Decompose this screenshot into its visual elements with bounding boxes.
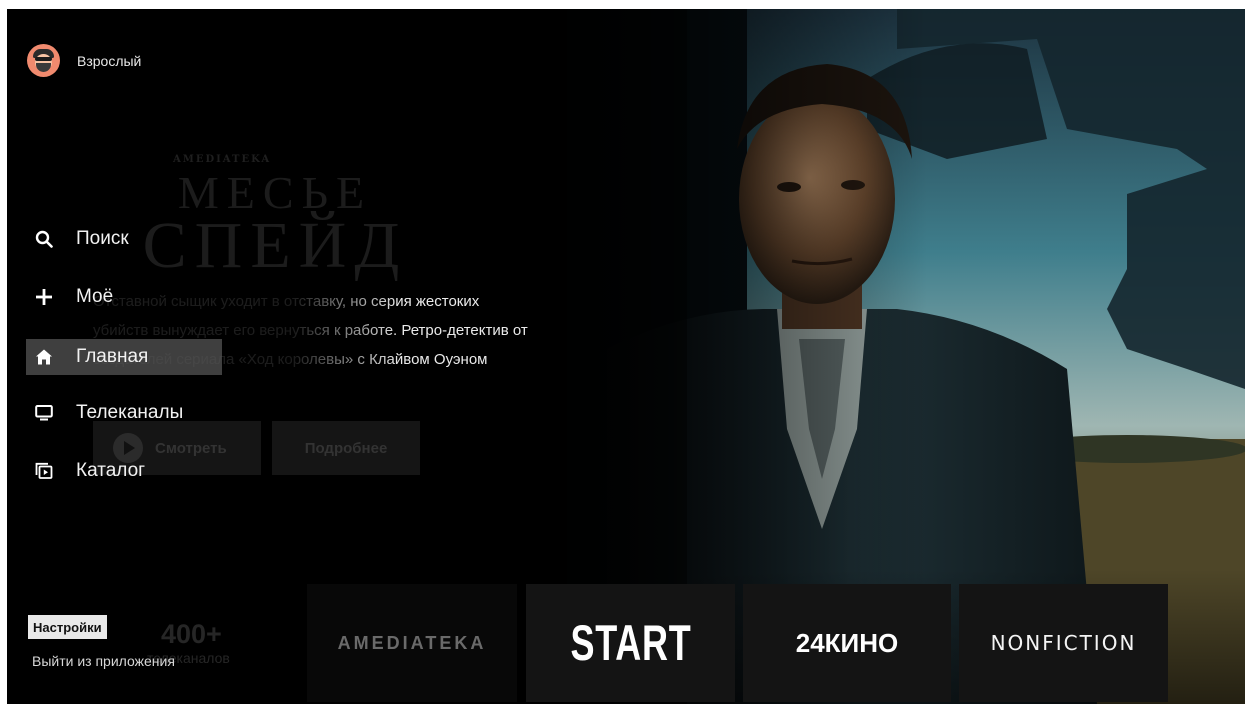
tile-amediateka[interactable]: AMEDIATEKA: [307, 584, 517, 702]
start-logo: START: [570, 615, 691, 671]
channels-count: 400+: [161, 619, 222, 649]
menu-item-label: Главная: [76, 346, 149, 367]
settings-button[interactable]: Настройки: [28, 615, 107, 639]
menu-item-label: Моё: [76, 286, 114, 307]
catalog-icon: [34, 461, 54, 481]
menu-item-label: Телеканалы: [76, 402, 184, 423]
24kino-logo: 24КИНО: [795, 627, 899, 658]
watch-button-label: Смотреть: [155, 439, 227, 457]
tv-icon: [34, 403, 54, 423]
profile-name: Взрослый: [77, 52, 142, 69]
details-button[interactable]: Подробнее: [272, 421, 420, 475]
menu-item-search[interactable]: Поиск: [26, 221, 129, 257]
tile-nonfiction[interactable]: NONFICTION: [959, 584, 1168, 702]
app-screen: AMEDIATEKA МЕСЬЕ СПЕЙД Отставной сыщик у…: [7, 9, 1245, 704]
hero-brand-logo: AMEDIATEKA: [173, 154, 272, 165]
menu-item-catalog[interactable]: Каталог: [26, 453, 145, 489]
tile-24kino[interactable]: 24КИНО: [743, 584, 951, 702]
menu-item-label: Каталог: [76, 460, 146, 481]
details-button-label: Подробнее: [304, 439, 388, 457]
amediateka-logo: AMEDIATEKA: [337, 632, 487, 653]
menu-item-tv-channels[interactable]: Телеканалы: [26, 395, 183, 431]
menu-item-my[interactable]: Моё: [26, 279, 113, 315]
tile-start[interactable]: START: [526, 584, 735, 702]
hero-title: МЕСЬЕ СПЕЙД: [95, 170, 455, 282]
menu-item-label: Поиск: [76, 228, 129, 249]
channels-count-tile[interactable]: 400+ телеканалов: [7, 584, 307, 704]
nonfiction-logo: NONFICTION: [990, 631, 1137, 655]
search-icon: [34, 229, 54, 249]
menu-item-home[interactable]: Главная: [26, 339, 222, 375]
user-avatar-icon: [27, 44, 60, 77]
hero-description-line: Отставной сыщик уходит в отставку, но се…: [93, 293, 480, 310]
home-icon: [34, 347, 54, 367]
hero-title-line2: СПЕЙД: [142, 208, 408, 282]
profile-switcher[interactable]: Взрослый: [27, 44, 141, 77]
plus-icon: [34, 287, 54, 307]
exit-app-button[interactable]: Выйти из приложения: [32, 653, 175, 669]
